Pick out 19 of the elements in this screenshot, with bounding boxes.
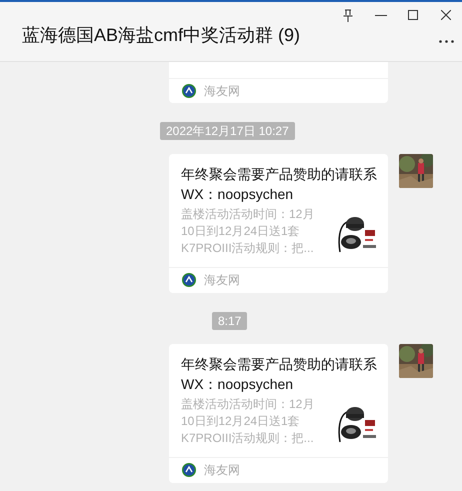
timestamp: 2022年12月17日 10:27 <box>160 122 295 140</box>
source-name: 海友网 <box>204 462 240 478</box>
card-title: 年终聚会需要产品赞助的请联系WX：noopsychen <box>180 355 378 394</box>
site-logo-icon <box>182 462 196 476</box>
site-logo-icon <box>182 84 196 98</box>
source-name: 海友网 <box>204 272 240 288</box>
close-icon[interactable] <box>441 10 451 20</box>
card-title: 年终聚会需要产品赞助的请联系WX：noopsychen <box>180 165 378 204</box>
more-icon[interactable] <box>439 40 454 43</box>
link-card[interactable]: 年终聚会需要产品赞助的请联系WX：noopsychen 盖楼活动活动时间：12月10日到12月24日送1套K7PROIII活动规则：把... 海友网 <box>169 154 388 293</box>
card-description: 盖楼活动活动时间：12月10日到12月24日送1套K7PROIII活动规则：把... <box>181 206 316 257</box>
pin-icon[interactable] <box>342 9 354 23</box>
card-description: 盖楼活动活动时间：12月10日到12月24日送1套K7PROIII活动规则：把... <box>181 396 316 447</box>
link-card[interactable]: 年终聚会需要产品赞助的请联系WX：noopsychen 盖楼活动活动时间：12月10日到12月24日送1套K7PROIII活动规则：把... 海友网 <box>169 344 388 483</box>
window-title: 蓝海德国AB海盐cmf中奖活动群 (9) <box>22 24 300 47</box>
maximize-icon[interactable] <box>408 10 418 20</box>
site-logo-icon <box>182 272 196 286</box>
source-name: 海友网 <box>204 82 240 100</box>
timestamp: 8:17 <box>212 312 248 330</box>
